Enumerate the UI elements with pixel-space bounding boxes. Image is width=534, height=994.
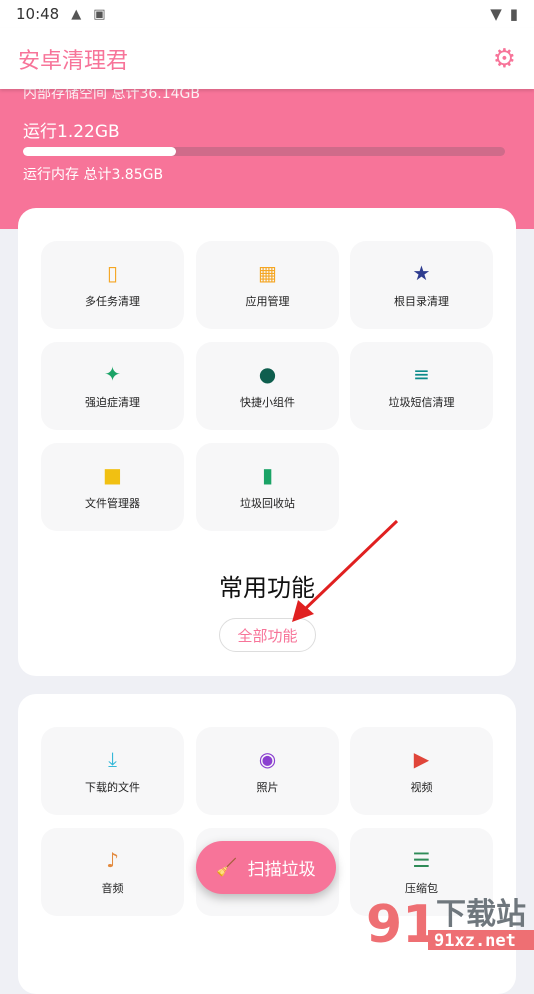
broom-icon: 🧹 bbox=[216, 857, 238, 878]
annotation-arrow bbox=[292, 519, 399, 622]
svg-text:下载站: 下载站 bbox=[436, 897, 526, 932]
scan-junk-button[interactable]: 🧹 扫描垃圾 bbox=[196, 841, 336, 894]
scan-junk-label: 扫描垃圾 bbox=[247, 860, 316, 880]
svg-text:91xz.net: 91xz.net bbox=[434, 931, 516, 950]
svg-text:91: 91 bbox=[366, 895, 438, 950]
watermark-logo: 91 下载站 91xz.net bbox=[366, 895, 534, 950]
